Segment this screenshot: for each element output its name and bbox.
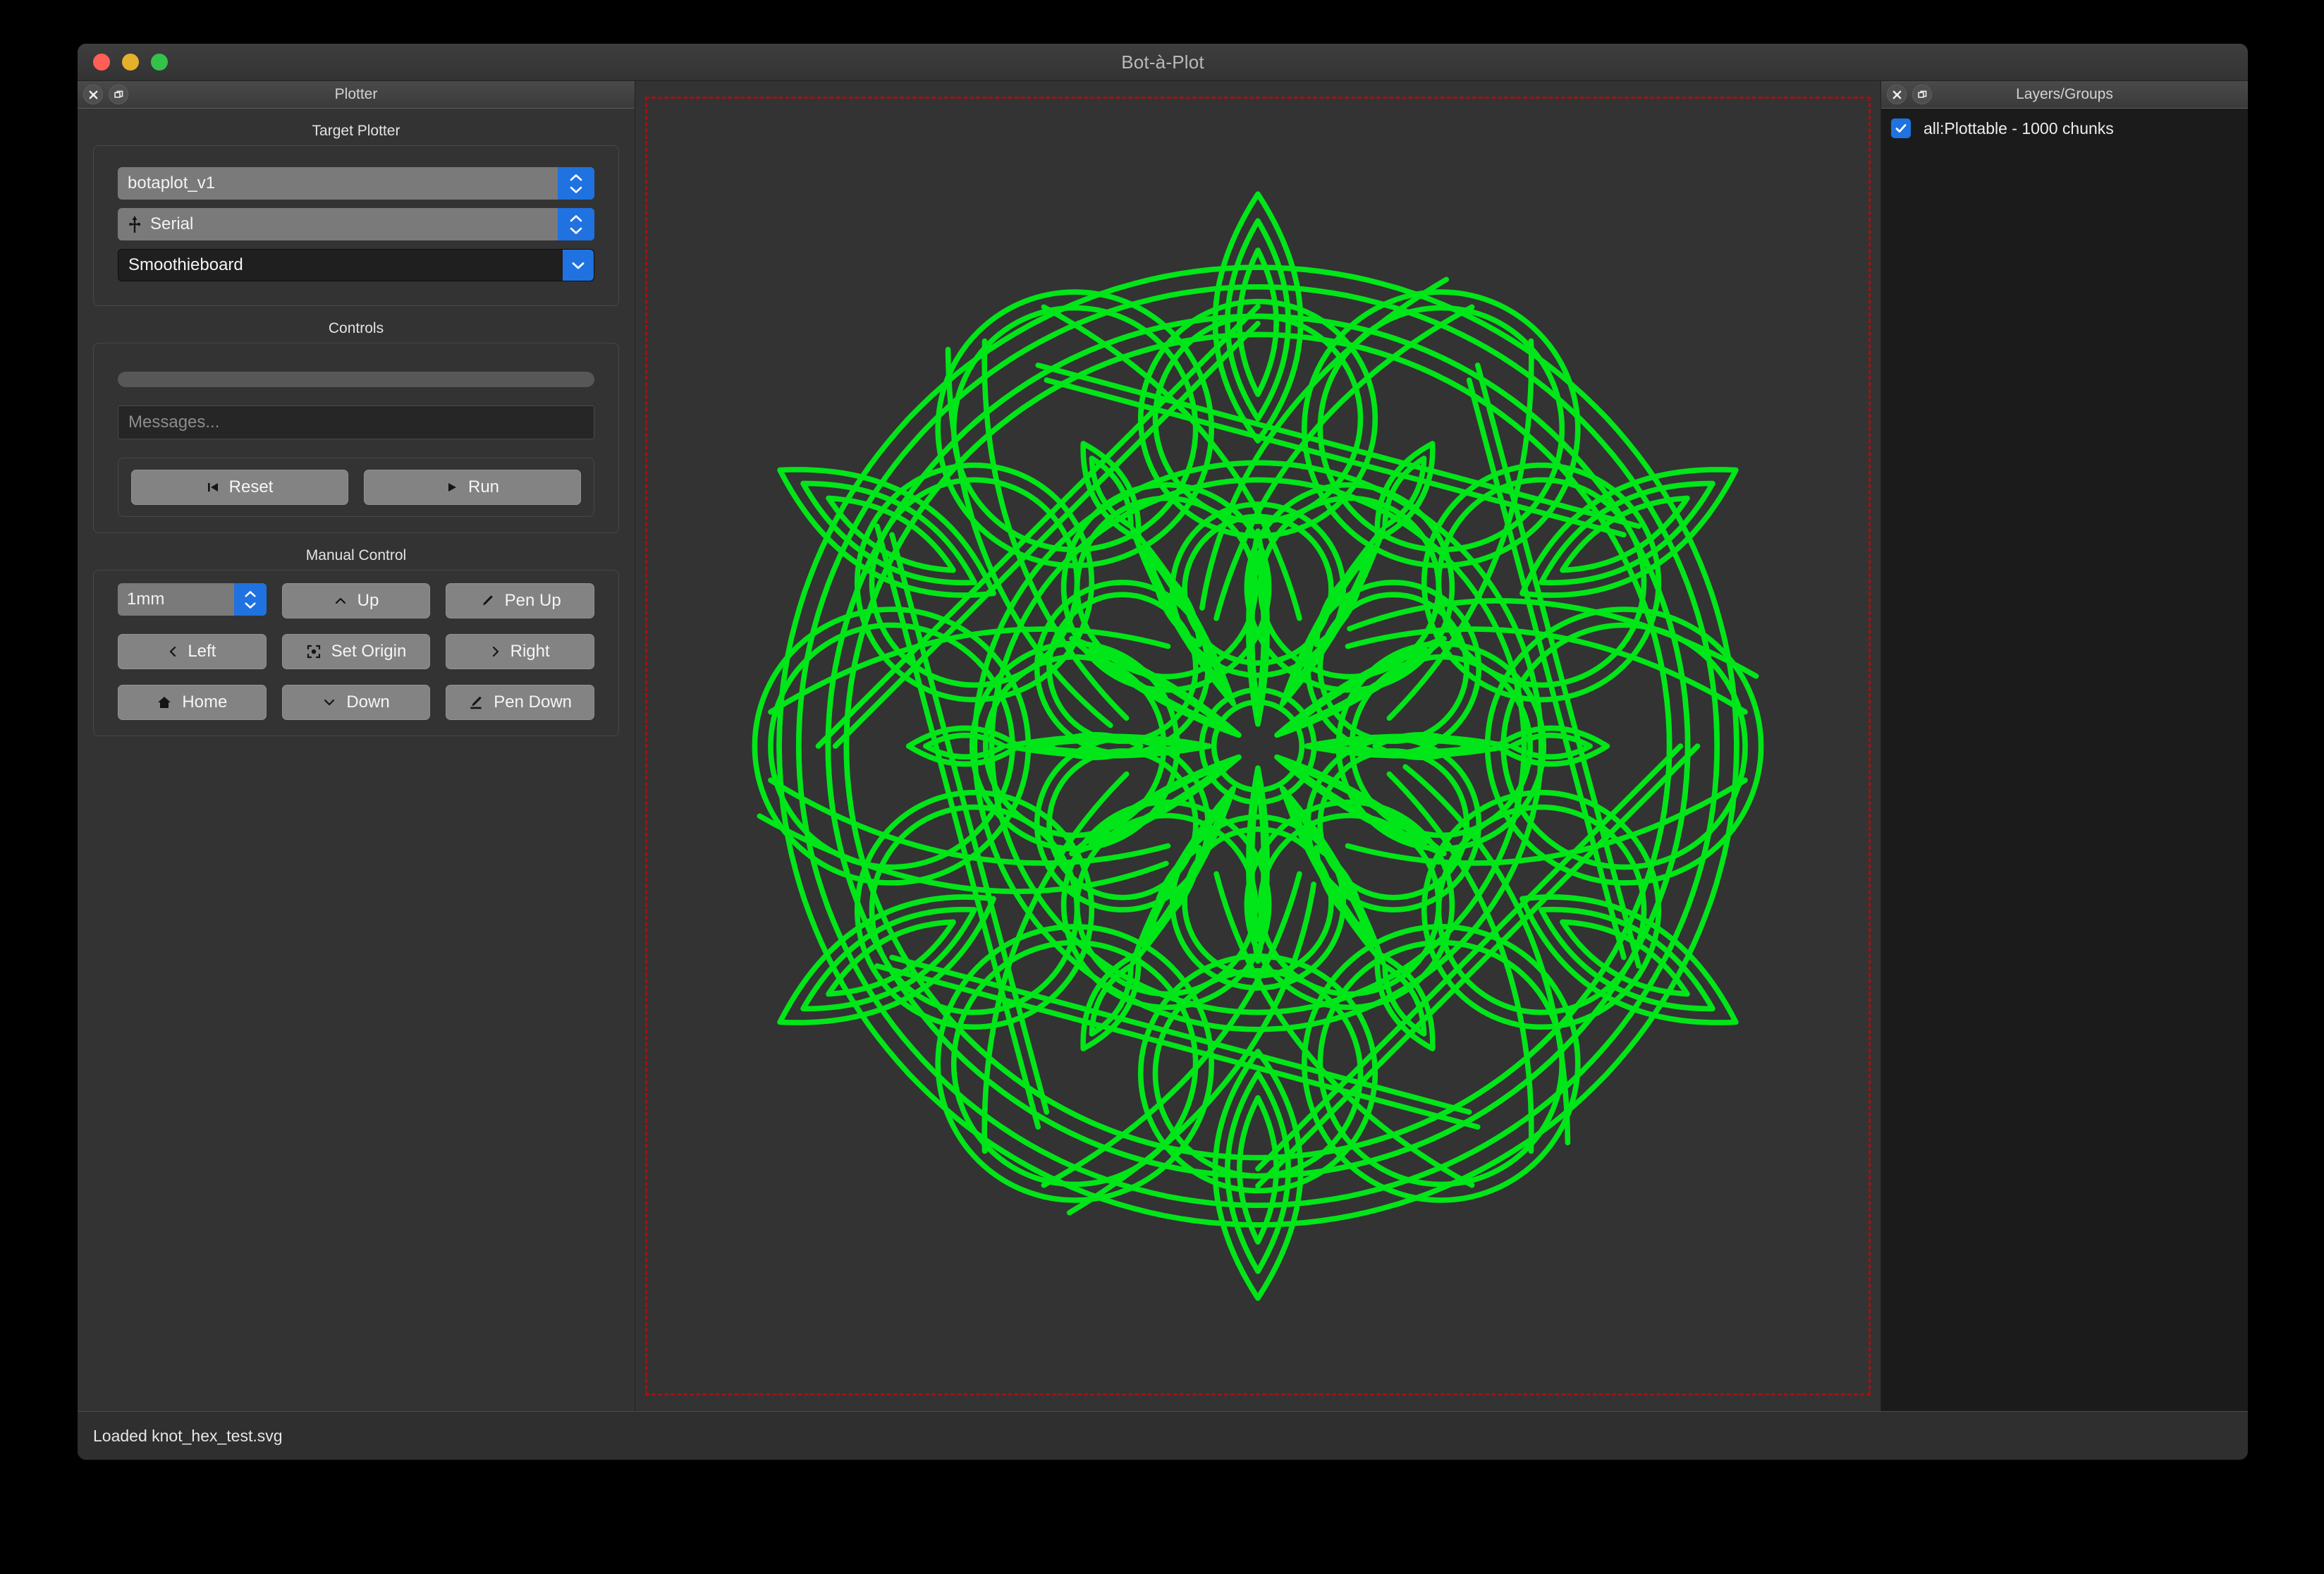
controls-group: Controls Messages... Reset Run xyxy=(93,316,619,533)
plot-bounds-border xyxy=(645,97,1871,1396)
right-button-label: Right xyxy=(510,642,550,661)
application-window: Bot-à-Plot Plotter Target Plotter botapl… xyxy=(78,44,2248,1460)
message-input-wrap[interactable] xyxy=(118,405,594,439)
controls-box: Reset Run xyxy=(93,343,619,533)
down-button-label: Down xyxy=(346,693,390,712)
target-plotter-box: botaplot_v1 Serial Smoothieboard xyxy=(93,145,619,306)
pen-up-button[interactable]: Pen Up xyxy=(446,583,594,618)
manual-control-box: 1mm Up Pen Up Left Set Origin Right Home… xyxy=(93,570,619,736)
plot-canvas-panel[interactable] xyxy=(635,81,1881,1411)
step-size-arrows[interactable] xyxy=(233,583,267,616)
layer-visibility-checkbox[interactable] xyxy=(1891,118,1911,138)
plot-canvas[interactable] xyxy=(635,81,1880,1411)
manual-control-group: Manual Control 1mm Up Pen Up Left Set Or… xyxy=(93,543,619,736)
controls-label: Controls xyxy=(328,320,384,336)
reset-button[interactable]: Reset xyxy=(131,470,348,505)
play-icon xyxy=(446,481,458,494)
up-button[interactable]: Up xyxy=(281,583,431,618)
plotter-select-arrows[interactable] xyxy=(558,167,594,200)
plotter-panel: Plotter Target Plotter botaplot_v1 Seria… xyxy=(78,81,635,1411)
pen-up-button-label: Pen Up xyxy=(504,591,561,610)
pen-down-icon xyxy=(468,695,484,710)
firmware-combo[interactable]: Smoothieboard xyxy=(118,249,594,281)
plotter-select-value: botaplot_v1 xyxy=(128,173,216,193)
chevron-up-icon xyxy=(334,596,348,606)
status-bar: Loaded knot_hex_test.svg xyxy=(78,1411,2248,1460)
check-icon xyxy=(1895,124,1907,133)
window-body: Plotter Target Plotter botaplot_v1 Seria… xyxy=(78,81,2248,1411)
manual-control-label: Manual Control xyxy=(305,547,407,563)
connection-select-value: Serial xyxy=(150,214,194,233)
chevron-down-icon xyxy=(245,602,256,609)
connection-select[interactable]: Serial xyxy=(118,208,594,240)
pen-down-button-label: Pen Down xyxy=(494,693,573,712)
target-plotter-group: Target Plotter botaplot_v1 Serial Smooth… xyxy=(93,118,619,306)
skip-back-icon xyxy=(207,481,219,494)
layer-name-label: all:Plottable - 1000 chunks xyxy=(1924,118,2114,138)
right-button[interactable]: Right xyxy=(446,634,594,669)
step-size-value: 1mm xyxy=(127,590,165,609)
step-size-select[interactable]: 1mm xyxy=(118,583,267,616)
target-plotter-label: Target Plotter xyxy=(312,123,400,139)
chevron-right-icon xyxy=(491,645,501,659)
window-titlebar: Bot-à-Plot xyxy=(78,44,2248,81)
reset-button-label: Reset xyxy=(228,477,274,496)
window-title: Bot-à-Plot xyxy=(1121,51,1204,73)
set-origin-button[interactable]: Set Origin xyxy=(281,634,431,669)
chevron-down-icon xyxy=(322,697,336,707)
home-button-label: Home xyxy=(182,693,228,712)
usb-icon xyxy=(129,216,141,233)
layers-panel-title: Layers/Groups xyxy=(2016,86,2113,102)
connection-select-arrows[interactable] xyxy=(558,208,594,240)
plotter-panel-titlebar: Plotter xyxy=(78,81,635,109)
left-button[interactable]: Left xyxy=(118,634,267,669)
run-button-label: Run xyxy=(467,477,500,496)
plotter-panel-content: Target Plotter botaplot_v1 Serial Smooth… xyxy=(78,109,635,1411)
chevron-down-icon xyxy=(570,227,582,234)
status-bar-text: Loaded knot_hex_test.svg xyxy=(93,1426,283,1445)
knot-svg xyxy=(752,191,1764,1301)
desktop-background: Bot-à-Plot Plotter Target Plotter botapl… xyxy=(0,0,2324,1574)
chevron-up-icon xyxy=(245,590,256,597)
manual-control-grid: 1mm Up Pen Up Left Set Origin Right Home… xyxy=(118,583,594,720)
chevron-up-icon xyxy=(570,173,582,181)
run-controls-subgroup: Reset Run xyxy=(118,458,594,517)
run-button[interactable]: Run xyxy=(364,470,581,505)
message-input[interactable] xyxy=(127,412,585,433)
down-button[interactable]: Down xyxy=(281,685,431,720)
layers-panel-titlebar: Layers/Groups xyxy=(1881,81,2248,109)
chevron-up-icon xyxy=(570,214,582,221)
layers-panel: Layers/Groups all:Plottable - 1000 chunk… xyxy=(1881,81,2248,1411)
pen-up-icon xyxy=(479,593,495,609)
knot-artwork xyxy=(647,99,1869,1393)
up-button-label: Up xyxy=(357,591,379,610)
plotter-select[interactable]: botaplot_v1 xyxy=(118,167,594,200)
connection-select-value-wrap: Serial xyxy=(118,214,558,234)
left-button-label: Left xyxy=(188,642,216,661)
firmware-combo-value: Smoothieboard xyxy=(128,255,243,274)
chevron-down-icon xyxy=(572,262,585,269)
plotter-panel-title: Plotter xyxy=(334,86,378,102)
layer-list-item[interactable]: all:Plottable - 1000 chunks xyxy=(1881,113,2248,144)
home-button[interactable]: Home xyxy=(118,685,267,720)
crosshair-icon xyxy=(306,644,322,659)
progress-bar xyxy=(118,372,594,387)
home-icon xyxy=(157,695,172,709)
chevron-left-icon xyxy=(168,645,178,659)
set-origin-button-label: Set Origin xyxy=(331,642,407,661)
firmware-combo-arrow[interactable] xyxy=(563,250,594,281)
chevron-down-icon xyxy=(570,186,582,193)
layer-list: all:Plottable - 1000 chunks xyxy=(1881,109,2248,1411)
pen-down-button[interactable]: Pen Down xyxy=(446,685,594,720)
